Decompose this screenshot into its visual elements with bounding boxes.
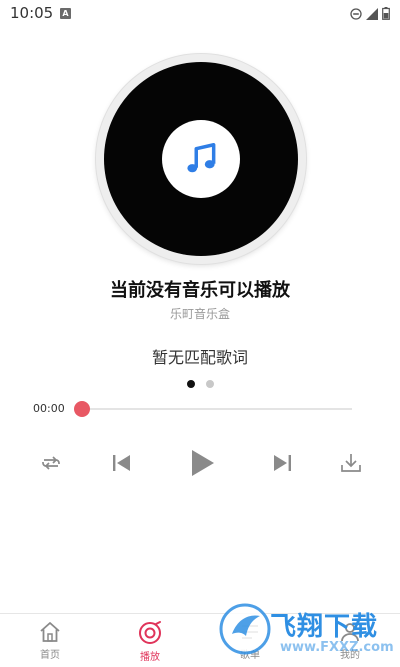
play-icon [192,450,214,476]
nav-item-play[interactable]: 播放 [120,620,180,666]
progress-track[interactable] [82,408,352,410]
signal-icon [366,7,378,20]
album-disc [96,54,306,264]
current-time: 00:00 [33,402,65,415]
play-disc-icon [139,621,161,644]
nav-label-play: 播放 [140,652,160,663]
disc-label [162,120,240,198]
home-icon [40,622,60,642]
page-indicator [0,380,400,388]
app-notification-icon: A [60,8,71,19]
page-dot-active[interactable] [186,380,195,388]
watermark-logo [219,603,271,655]
status-bar: 10:05 A [0,0,400,28]
page-dot[interactable] [205,380,214,388]
song-artist: 乐町音乐盒 [169,307,230,321]
progress-thumb[interactable] [74,401,90,417]
do-not-disturb-icon [350,7,362,20]
disc-body [104,62,298,256]
music-note-icon [187,143,216,173]
watermark: 飞翔下载 www.FXXZ.com [218,600,400,662]
download-button[interactable] [334,445,368,481]
previous-button[interactable] [104,445,138,481]
nav-label-home: 首页 [40,650,60,661]
previous-icon [113,455,130,471]
battery-icon [382,7,390,20]
lyrics-text: 暂无匹配歌词 [151,348,248,367]
status-time: 10:05 [10,4,54,22]
nav-item-home[interactable]: 首页 [20,620,80,666]
song-title: 当前没有音乐可以播放 [110,280,290,301]
playback-controls [0,445,400,481]
next-icon [274,455,291,471]
play-button[interactable] [183,445,221,481]
watermark-url: www.FXXZ.com [280,640,394,655]
repeat-button[interactable] [34,445,68,481]
download-icon [341,454,361,472]
repeat-icon [42,456,60,470]
watermark-text: 飞翔下载 [270,612,379,642]
status-icons [350,7,390,20]
progress-row: 00:00 [0,400,400,418]
next-button[interactable] [266,445,300,481]
